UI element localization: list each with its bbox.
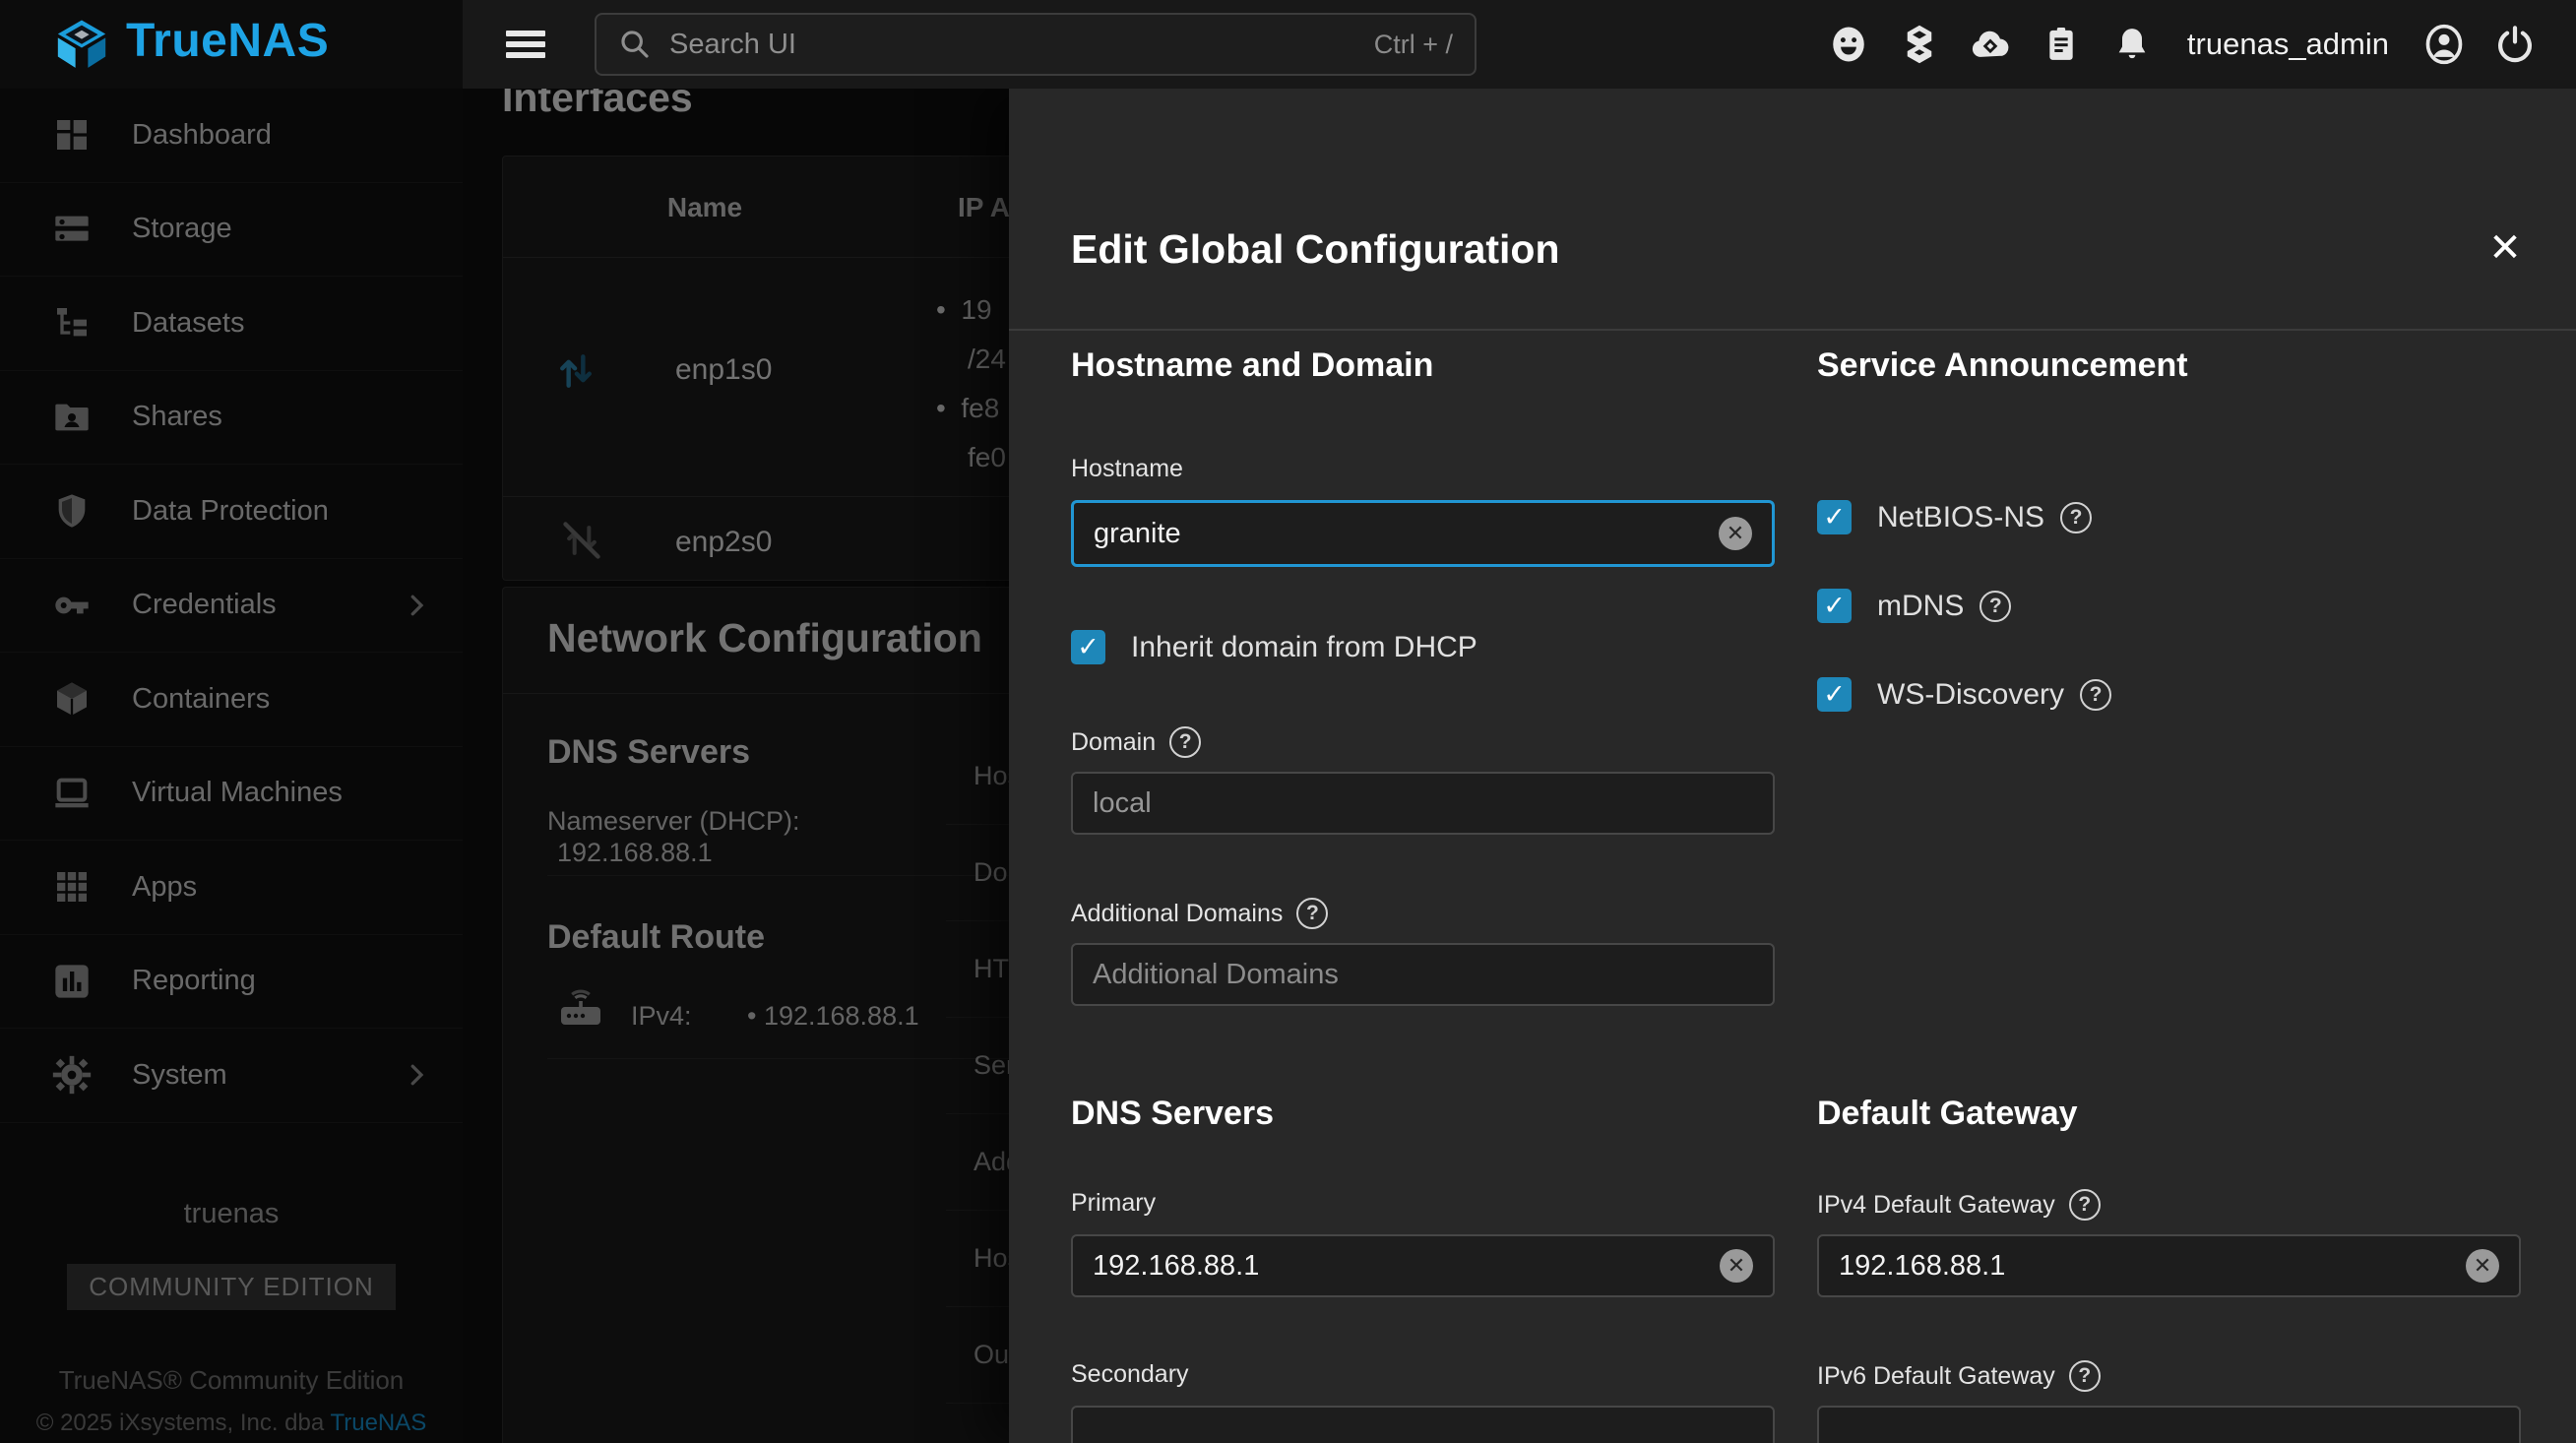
topbar-actions: truenas_admin bbox=[1827, 0, 2576, 89]
clear-icon[interactable]: ✕ bbox=[1719, 517, 1752, 550]
checkbox-checked-icon[interactable]: ✓ bbox=[1817, 677, 1852, 712]
help-icon[interactable]: ? bbox=[2080, 679, 2111, 711]
modal-title: Edit Global Configuration bbox=[1071, 226, 1560, 273]
truecommand-icon[interactable] bbox=[1898, 23, 1941, 66]
secondary-dns-input[interactable] bbox=[1093, 1421, 1753, 1443]
hostname-field[interactable]: ✕ bbox=[1071, 500, 1775, 567]
inherit-domain-checkbox-row[interactable]: ✓ Inherit domain from DHCP bbox=[1071, 630, 1477, 664]
secondary-dns-label: Secondary bbox=[1071, 1360, 1189, 1389]
domain-label: Domain ? bbox=[1071, 726, 1201, 758]
help-icon[interactable]: ? bbox=[2069, 1360, 2101, 1392]
hostname-input[interactable] bbox=[1094, 518, 1719, 550]
mdns-checkbox-row[interactable]: ✓ mDNS? bbox=[1817, 589, 2011, 623]
edit-global-configuration-modal: Edit Global Configuration ✕ Hostname and… bbox=[1009, 89, 2576, 1443]
domain-input[interactable] bbox=[1093, 787, 1753, 820]
ipv4-gateway-label: IPv4 Default Gateway ? bbox=[1817, 1189, 2101, 1221]
additional-domains-input[interactable] bbox=[1093, 959, 1753, 991]
close-icon[interactable]: ✕ bbox=[2483, 226, 2527, 270]
section-dns-servers: DNS Servers bbox=[1071, 1095, 1274, 1133]
domain-field[interactable] bbox=[1071, 772, 1775, 835]
truenas-logo-icon bbox=[54, 18, 109, 73]
ipv6-gateway-label: IPv6 Default Gateway ? bbox=[1817, 1360, 2101, 1392]
clear-icon[interactable]: ✕ bbox=[2466, 1249, 2499, 1283]
ws-discovery-label: WS-Discovery bbox=[1877, 678, 2064, 712]
ws-discovery-checkbox-row[interactable]: ✓ WS-Discovery? bbox=[1817, 677, 2111, 712]
help-icon[interactable]: ? bbox=[1296, 898, 1328, 929]
jobs-clipboard-icon[interactable] bbox=[2040, 23, 2083, 66]
checkbox-checked-icon[interactable]: ✓ bbox=[1071, 630, 1105, 664]
help-icon[interactable]: ? bbox=[1169, 726, 1201, 758]
primary-dns-input[interactable] bbox=[1093, 1250, 1720, 1283]
ipv6-gateway-field[interactable] bbox=[1817, 1406, 2521, 1443]
primary-dns-field[interactable]: ✕ bbox=[1071, 1234, 1775, 1297]
checkbox-checked-icon[interactable]: ✓ bbox=[1817, 589, 1852, 623]
secondary-dns-field[interactable] bbox=[1071, 1406, 1775, 1443]
section-default-gateway: Default Gateway bbox=[1817, 1095, 2078, 1133]
ipv4-gateway-field[interactable]: ✕ bbox=[1817, 1234, 2521, 1297]
menu-toggle-button[interactable] bbox=[506, 26, 545, 63]
primary-dns-label: Primary bbox=[1071, 1189, 1156, 1218]
ipv6-gateway-input[interactable] bbox=[1839, 1421, 2499, 1443]
search-icon bbox=[618, 28, 652, 61]
ipv4-gateway-input[interactable] bbox=[1839, 1250, 2466, 1283]
brand-name: TrueNAS bbox=[126, 14, 329, 68]
help-icon[interactable]: ? bbox=[1979, 591, 2011, 622]
topbar: TrueNAS Ctrl + / t bbox=[0, 0, 2576, 89]
modal-header-divider bbox=[1009, 329, 2576, 331]
mdns-label: mDNS bbox=[1877, 590, 1964, 623]
search-input[interactable] bbox=[669, 29, 1374, 61]
logo[interactable]: TrueNAS bbox=[0, 0, 463, 89]
cloud-status-icon[interactable] bbox=[1969, 23, 2012, 66]
help-icon[interactable]: ? bbox=[2069, 1189, 2101, 1221]
help-icon[interactable]: ? bbox=[2060, 502, 2092, 533]
search-shortcut: Ctrl + / bbox=[1374, 30, 1453, 60]
netbios-label: NetBIOS-NS bbox=[1877, 501, 2044, 534]
checkbox-checked-icon[interactable]: ✓ bbox=[1817, 500, 1852, 534]
user-avatar-icon[interactable] bbox=[2422, 23, 2466, 66]
global-search[interactable]: Ctrl + / bbox=[595, 13, 1476, 76]
inherit-domain-label: Inherit domain from DHCP bbox=[1131, 631, 1477, 664]
section-service-announcement: Service Announcement bbox=[1817, 346, 2188, 385]
hostname-label: Hostname bbox=[1071, 455, 1183, 483]
alerts-bell-icon[interactable] bbox=[2110, 23, 2154, 66]
netbios-checkbox-row[interactable]: ✓ NetBIOS-NS? bbox=[1817, 500, 2092, 534]
clear-icon[interactable]: ✕ bbox=[1720, 1249, 1753, 1283]
feedback-smiley-icon[interactable] bbox=[1827, 23, 1870, 66]
logged-in-username: truenas_admin bbox=[2181, 27, 2395, 62]
additional-domains-label: Additional Domains ? bbox=[1071, 898, 1328, 929]
section-hostname-domain: Hostname and Domain bbox=[1071, 346, 1433, 385]
power-icon[interactable] bbox=[2493, 23, 2537, 66]
screen: Dashboard Storage Datasets Shares bbox=[0, 0, 2576, 1443]
additional-domains-field[interactable] bbox=[1071, 943, 1775, 1006]
